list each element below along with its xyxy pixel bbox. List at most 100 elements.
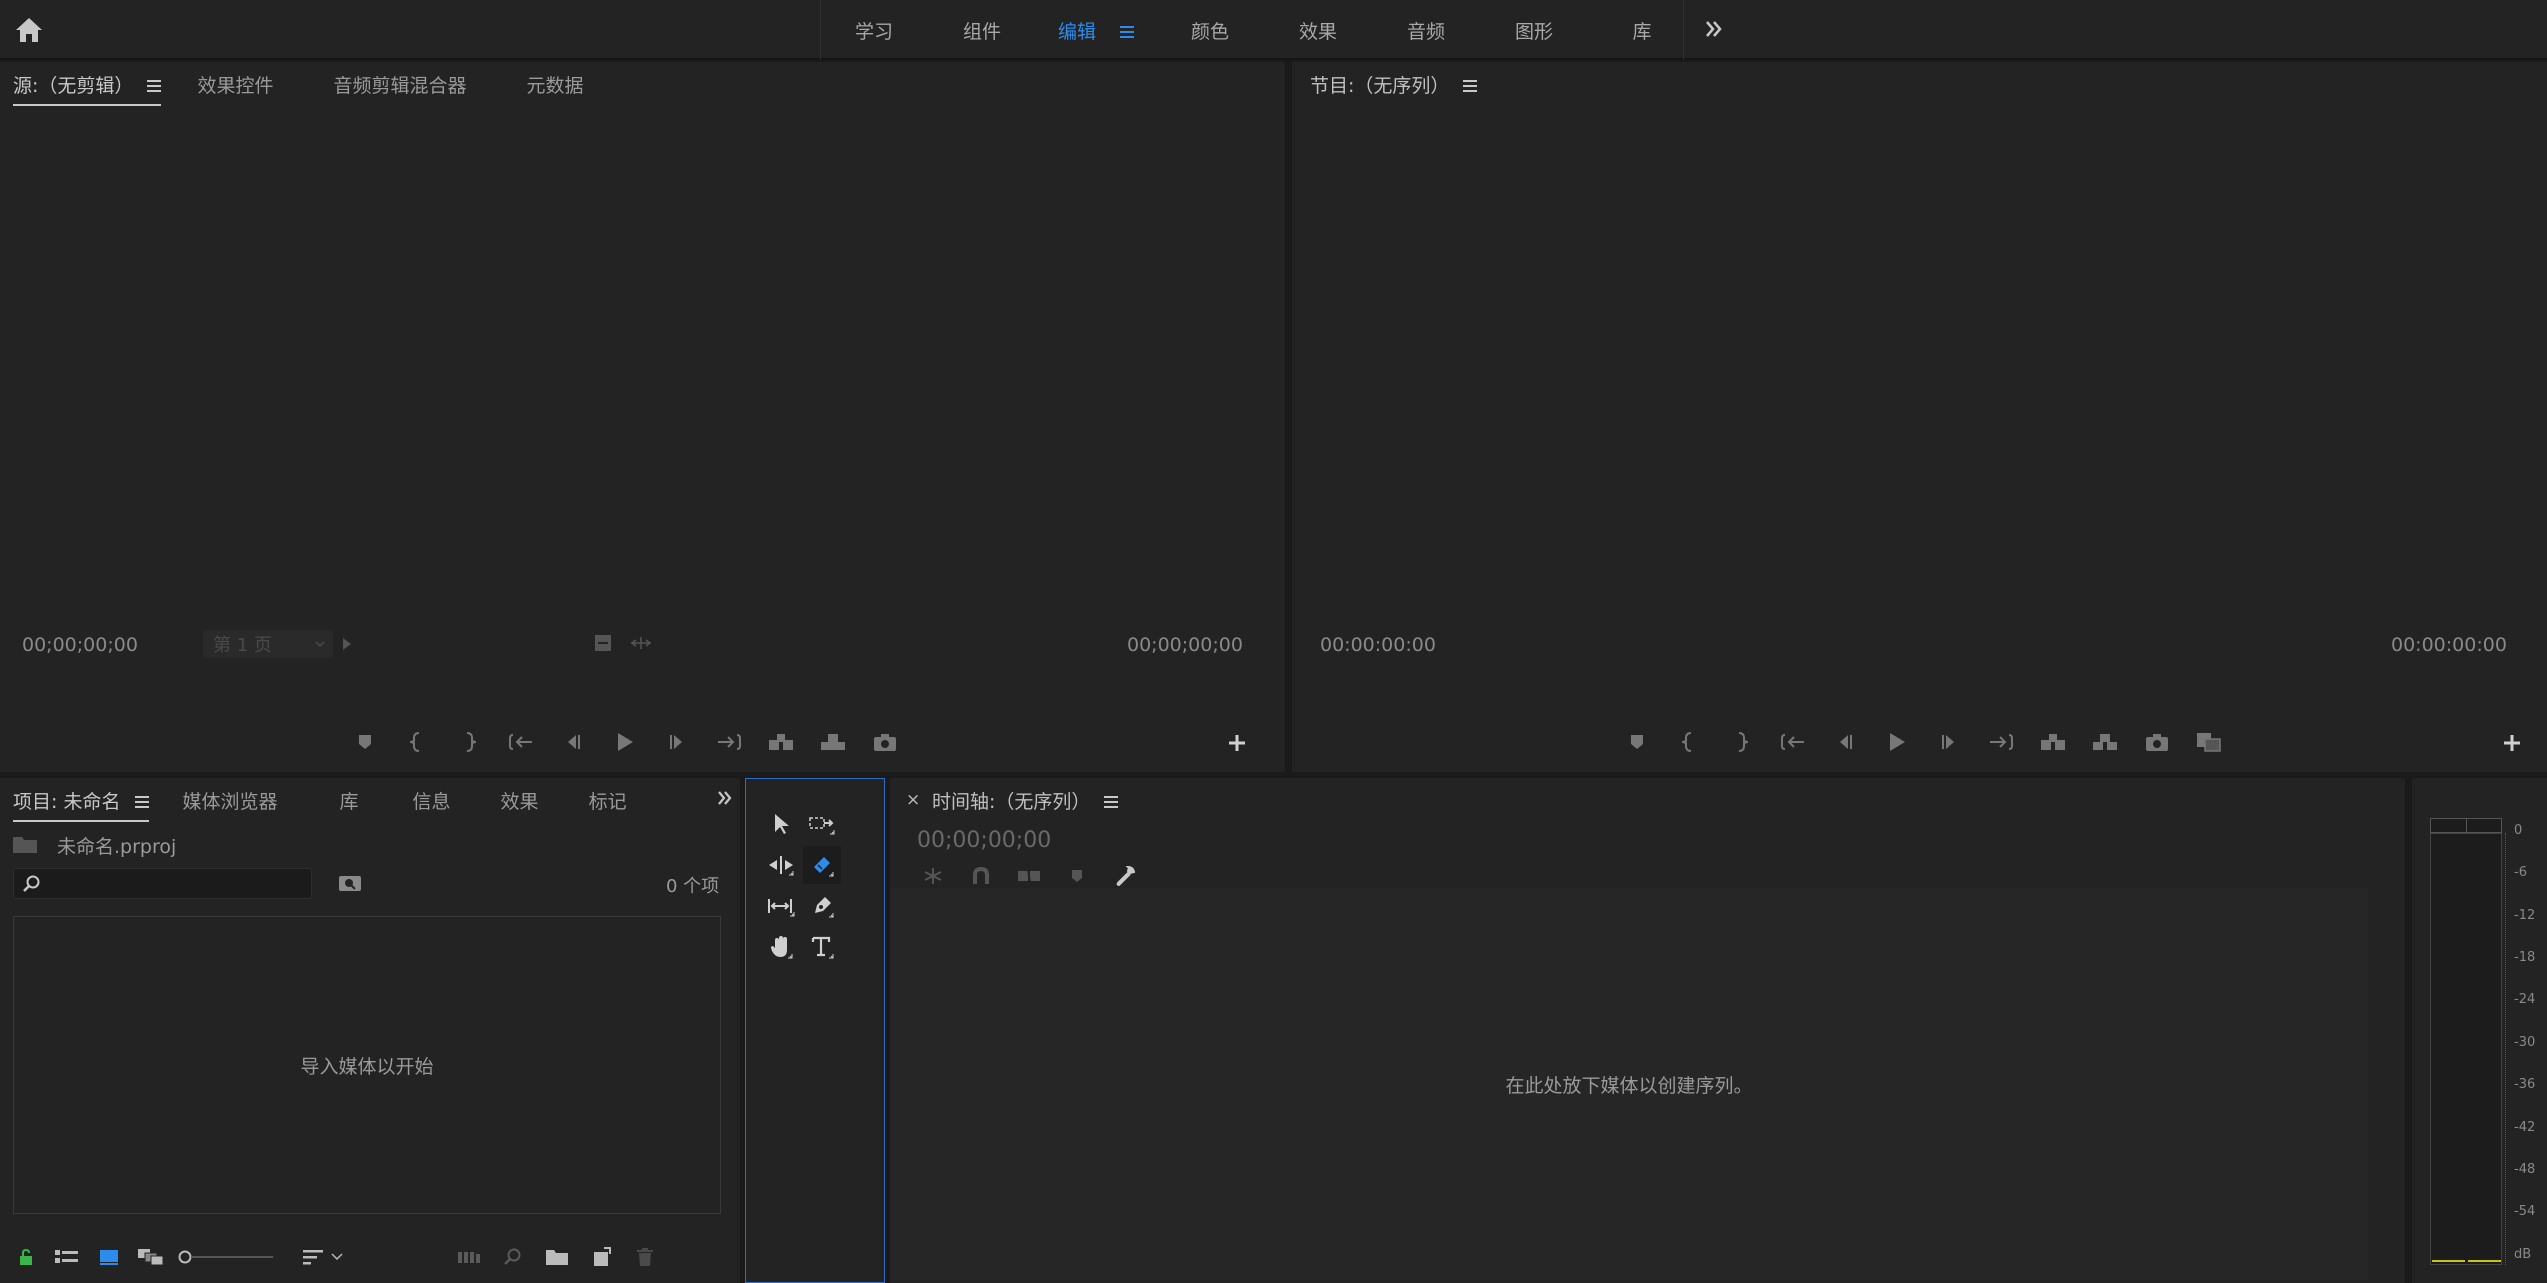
insert-icon[interactable] [766, 727, 796, 757]
tab-audio-clip-mixer[interactable]: 音频剪辑混合器 [333, 71, 466, 98]
tab-graphics[interactable]: 图形 [1480, 17, 1588, 44]
mark-out-icon[interactable] [1726, 727, 1756, 757]
tab-markers[interactable]: 标记 [589, 787, 627, 814]
go-to-in-icon[interactable] [1778, 727, 1808, 757]
tab-assembly[interactable]: 组件 [928, 17, 1036, 44]
ripple-edit-tool-icon[interactable] [762, 846, 800, 884]
snap-magnet-icon[interactable] [966, 861, 996, 891]
chevron-down-icon[interactable] [328, 1242, 346, 1272]
marker-icon[interactable] [1622, 727, 1652, 757]
page-select[interactable]: 第 1 页 [203, 630, 333, 658]
timeline-lock-icon[interactable] [630, 636, 652, 650]
type-tool-icon[interactable] [803, 928, 841, 966]
tab-metadata[interactable]: 元数据 [526, 71, 583, 98]
go-to-in-icon[interactable] [506, 727, 536, 757]
add-button-icon[interactable] [1228, 734, 1246, 752]
step-forward-icon[interactable] [662, 727, 692, 757]
tab-info[interactable]: 信息 [413, 787, 451, 814]
track-select-tool-icon[interactable] [803, 805, 841, 843]
go-to-out-icon[interactable] [1986, 727, 2016, 757]
import-media-message: 导入媒体以开始 [300, 1055, 434, 1078]
step-back-icon[interactable] [1830, 727, 1860, 757]
add-marker-icon[interactable] [1062, 861, 1092, 891]
linked-selection-icon[interactable] [1014, 861, 1044, 891]
search-icon [22, 874, 42, 894]
slip-tool-icon[interactable] [762, 887, 800, 925]
tab-libraries[interactable]: 库 [340, 787, 359, 814]
tab-color[interactable]: 颜色 [1156, 17, 1264, 44]
overwrite-icon[interactable] [818, 727, 848, 757]
tab-libraries[interactable]: 库 [1588, 17, 1696, 44]
tab-source-label: 源:（无剪辑） [13, 74, 134, 97]
hamburger-menu-icon[interactable] [1104, 796, 1119, 808]
hamburger-menu-icon[interactable] [147, 80, 162, 92]
add-button-icon[interactable] [2503, 734, 2521, 752]
find-bin-icon[interactable] [338, 873, 362, 893]
new-item-icon[interactable] [586, 1242, 616, 1272]
play-icon[interactable] [1882, 727, 1912, 757]
meter-peak-indicators[interactable] [2430, 818, 2502, 833]
drop-frame-icon[interactable] [594, 634, 612, 652]
nest-icon[interactable] [918, 861, 948, 891]
extract-icon[interactable] [2090, 727, 2120, 757]
program-timecode-in[interactable]: 00:00:00:00 [1320, 634, 1436, 656]
selection-tool-icon[interactable] [762, 805, 800, 843]
find-icon[interactable] [498, 1242, 528, 1272]
step-back-icon[interactable] [558, 727, 588, 757]
tab-audio[interactable]: 音频 [1372, 17, 1480, 44]
tab-project[interactable]: 项目: 未命名 [13, 787, 149, 822]
meter-label: -18 [2514, 950, 2536, 965]
tab-timeline[interactable]: 时间轴:（无序列） [932, 787, 1119, 814]
freeform-view-icon[interactable] [136, 1242, 166, 1272]
search-input[interactable] [48, 871, 306, 896]
list-view-icon[interactable] [52, 1242, 82, 1272]
camera-icon[interactable] [870, 727, 900, 757]
home-icon[interactable] [14, 16, 44, 44]
hamburger-menu-icon[interactable] [1120, 26, 1135, 38]
lock-icon[interactable] [14, 1242, 38, 1272]
timeline-drop-area[interactable]: 在此处放下媒体以创建序列。 [890, 888, 2368, 1280]
razor-tool-icon[interactable] [803, 846, 841, 884]
tab-media-browser[interactable]: 媒体浏览器 [183, 787, 278, 814]
tab-program-label: 节目:（无序列） [1310, 74, 1450, 97]
tab-effect-controls[interactable]: 效果控件 [197, 71, 273, 98]
double-chevron-right-icon[interactable] [1704, 20, 1724, 38]
camera-icon[interactable] [2142, 727, 2172, 757]
play-small-icon[interactable] [342, 637, 352, 651]
timeline-toolbar [918, 861, 1140, 891]
new-bin-icon[interactable] [542, 1242, 572, 1272]
meter-label: -30 [2514, 1035, 2536, 1050]
tab-editing[interactable]: 编辑 [1036, 17, 1156, 44]
timeline-timecode[interactable]: 00;00;00;00 [917, 828, 1051, 853]
hamburger-menu-icon[interactable] [1463, 80, 1478, 92]
tab-source[interactable]: 源:（无剪辑） [13, 71, 162, 106]
trash-icon[interactable] [630, 1242, 660, 1272]
play-icon[interactable] [610, 727, 640, 757]
icon-view-icon[interactable] [94, 1242, 124, 1272]
mark-in-icon[interactable] [402, 727, 432, 757]
marker-icon[interactable] [350, 727, 380, 757]
go-to-out-icon[interactable] [714, 727, 744, 757]
hamburger-menu-icon[interactable] [134, 796, 149, 808]
tab-effects[interactable]: 效果 [501, 787, 539, 814]
source-timecode-in[interactable]: 00;00;00;00 [22, 634, 138, 656]
project-drop-area[interactable]: 导入媒体以开始 [13, 916, 721, 1214]
zoom-slider[interactable] [178, 1242, 278, 1272]
mark-in-icon[interactable] [1674, 727, 1704, 757]
search-field[interactable] [13, 868, 312, 899]
hand-tool-icon[interactable] [762, 928, 800, 966]
sort-icon[interactable] [298, 1242, 328, 1272]
comparison-view-icon[interactable] [2194, 727, 2224, 757]
pen-tool-icon[interactable] [803, 887, 841, 925]
step-forward-icon[interactable] [1934, 727, 1964, 757]
mark-out-icon[interactable] [454, 727, 484, 757]
close-tab-button[interactable]: × [906, 790, 920, 810]
wrench-icon[interactable] [1110, 861, 1140, 891]
tab-program[interactable]: 节目:（无序列） [1310, 71, 1478, 98]
meter-label: -48 [2514, 1162, 2536, 1177]
automate-to-sequence-icon[interactable] [454, 1242, 484, 1272]
tab-effects[interactable]: 效果 [1264, 17, 1372, 44]
double-chevron-right-icon[interactable] [716, 790, 734, 806]
lift-icon[interactable] [2038, 727, 2068, 757]
tab-learn[interactable]: 学习 [820, 17, 928, 44]
